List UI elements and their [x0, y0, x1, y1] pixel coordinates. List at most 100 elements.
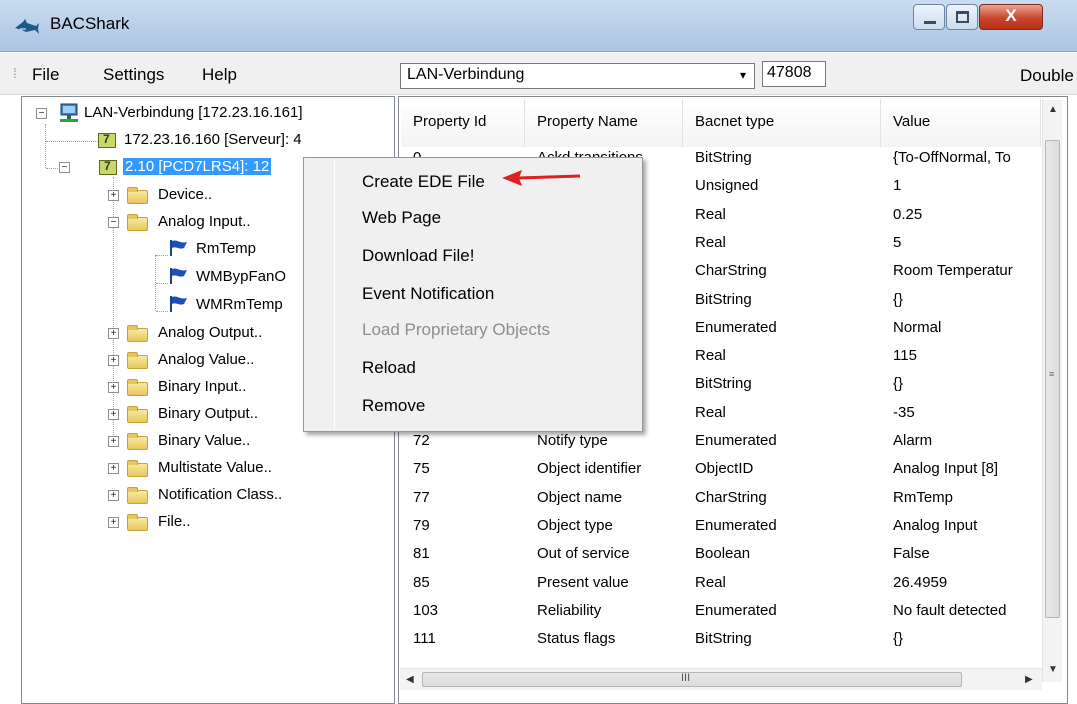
minimize-icon: [924, 21, 936, 24]
tree-object-label: WMBypFanO: [196, 268, 287, 285]
table-cell: Alarm: [893, 432, 933, 449]
table-cell: 79: [413, 516, 430, 534]
tree-folder-binary-value[interactable]: + Binary Value..: [108, 431, 378, 453]
menu-item-load-proprietary-objects: Load Proprietary Objects: [362, 320, 551, 339]
table-cell: {}: [893, 375, 904, 393]
tree-line: [156, 255, 168, 256]
menu-item-reload[interactable]: Reload: [362, 358, 416, 378]
scroll-right-icon[interactable]: ▶: [1025, 674, 1033, 685]
menu-settings[interactable]: Settings: [103, 65, 164, 85]
expand-icon[interactable]: +: [108, 436, 119, 447]
maximize-icon: [956, 11, 969, 23]
menu-file[interactable]: File: [32, 65, 59, 85]
folder-icon: [127, 325, 148, 342]
tree-folder-label: Binary Value..: [158, 432, 251, 449]
connection-select[interactable]: LAN-Verbindung ▾: [400, 63, 755, 89]
menu-item-download-file[interactable]: Download File!: [362, 246, 474, 266]
tree-folder-file[interactable]: + File..: [108, 512, 378, 534]
vertical-scrollbar[interactable]: ▲ ≡ ▼: [1042, 100, 1062, 682]
maximize-button[interactable]: [946, 4, 978, 30]
flag-icon: [170, 240, 187, 256]
table-cell: Enumerated: [695, 516, 777, 534]
table-cell: 85: [413, 573, 430, 591]
table-cell: CharString: [695, 488, 767, 506]
scroll-left-icon[interactable]: ◀: [406, 674, 414, 685]
table-cell: BitString: [695, 630, 752, 648]
tree-object-label: WMRmTemp: [196, 296, 283, 313]
tree-line: [156, 311, 168, 312]
folder-icon: [127, 214, 148, 231]
tree-folder-label: Binary Input..: [158, 378, 247, 395]
flag-icon: [170, 268, 187, 284]
table-cell: False: [893, 545, 930, 563]
expand-icon[interactable]: +: [108, 328, 119, 339]
tree-folder-multistate-value[interactable]: + Multistate Value..: [108, 458, 378, 480]
folder-icon: [127, 406, 148, 423]
expand-icon[interactable]: +: [108, 382, 119, 393]
table-cell: Enumerated: [695, 601, 777, 619]
collapse-icon[interactable]: −: [108, 217, 119, 228]
tree-device[interactable]: 172.23.16.160 [Serveur]: 4: [98, 130, 378, 152]
close-button[interactable]: X: [979, 4, 1043, 30]
table-cell: Boolean: [695, 545, 751, 563]
vertical-scroll-thumb[interactable]: ≡: [1045, 140, 1060, 618]
minimize-button[interactable]: [913, 4, 945, 30]
grip-icon: ≡: [1049, 369, 1055, 379]
menu-item-create-ede-file[interactable]: Create EDE File: [362, 172, 485, 192]
expand-icon[interactable]: +: [108, 463, 119, 474]
column-header-property-id[interactable]: Property Id: [401, 99, 525, 147]
flag-icon: [170, 296, 187, 312]
scroll-up-icon[interactable]: ▲: [1048, 104, 1058, 115]
column-header-bacnet-type[interactable]: Bacnet type: [683, 99, 881, 147]
table-cell: 103: [413, 601, 439, 619]
menu-item-web-page[interactable]: Web Page: [362, 208, 441, 228]
table-cell: Status flags: [537, 630, 616, 648]
menu-item-remove[interactable]: Remove: [362, 396, 425, 416]
table-cell: ObjectID: [695, 460, 754, 478]
tree-folder-label: File..: [158, 513, 191, 530]
table-cell: RmTemp: [893, 488, 954, 506]
expand-icon[interactable]: +: [108, 490, 119, 501]
grip-handle-icon: ⁞: [13, 65, 17, 81]
menu-bar: ⁞ File Settings Help LAN-Verbindung ▾ 47…: [0, 53, 1077, 95]
menu-item-event-notification[interactable]: Event Notification: [362, 284, 494, 304]
menu-help[interactable]: Help: [202, 65, 237, 85]
grip-icon: III: [681, 672, 691, 684]
context-menu[interactable]: Create EDE File Web Page Download File! …: [303, 157, 643, 432]
folder-icon: [127, 187, 148, 204]
device-icon: [98, 132, 116, 148]
expand-icon[interactable]: +: [108, 355, 119, 366]
collapse-icon[interactable]: −: [36, 108, 47, 119]
connection-select-value: LAN-Verbindung: [407, 66, 525, 83]
table-cell: Object name: [537, 488, 623, 506]
scroll-down-icon[interactable]: ▼: [1048, 664, 1058, 675]
menu-gutter: [334, 160, 335, 430]
table-cell: No fault detected: [893, 601, 1007, 619]
tree-device-label: 172.23.16.160 [Serveur]: 4: [124, 131, 302, 148]
expand-icon[interactable]: +: [108, 190, 119, 201]
table-cell: Object type: [537, 516, 613, 534]
table-cell: Enumerated: [695, 432, 777, 449]
table-cell: BitString: [695, 375, 752, 393]
tree-root[interactable]: − LAN-Verbindung [172.23.16.161]: [36, 103, 386, 125]
folder-icon: [127, 487, 148, 504]
table-cell: -35: [893, 403, 915, 421]
port-input[interactable]: 47808: [762, 61, 826, 87]
tree-folder-notification-class[interactable]: + Notification Class..: [108, 485, 378, 507]
tree-line: [46, 141, 98, 142]
table-cell: Real: [695, 233, 726, 251]
expand-icon[interactable]: +: [108, 409, 119, 420]
horizontal-scroll-thumb[interactable]: III: [422, 672, 962, 687]
table-cell: Real: [695, 403, 726, 421]
table-cell: 0.25: [893, 205, 923, 223]
table-cell: Analog Input [8]: [893, 460, 999, 478]
collapse-icon[interactable]: −: [59, 162, 70, 173]
tree-folder-label: Binary Output..: [158, 405, 259, 422]
column-header-value[interactable]: Value: [881, 99, 1041, 147]
double-label: Double: [1020, 66, 1074, 85]
expand-icon[interactable]: +: [108, 517, 119, 528]
table-cell: 77: [413, 488, 430, 506]
column-header-property-name[interactable]: Property Name: [525, 99, 683, 147]
table-cell: Present value: [537, 573, 629, 591]
horizontal-scrollbar[interactable]: ◀ III ▶: [400, 668, 1042, 690]
